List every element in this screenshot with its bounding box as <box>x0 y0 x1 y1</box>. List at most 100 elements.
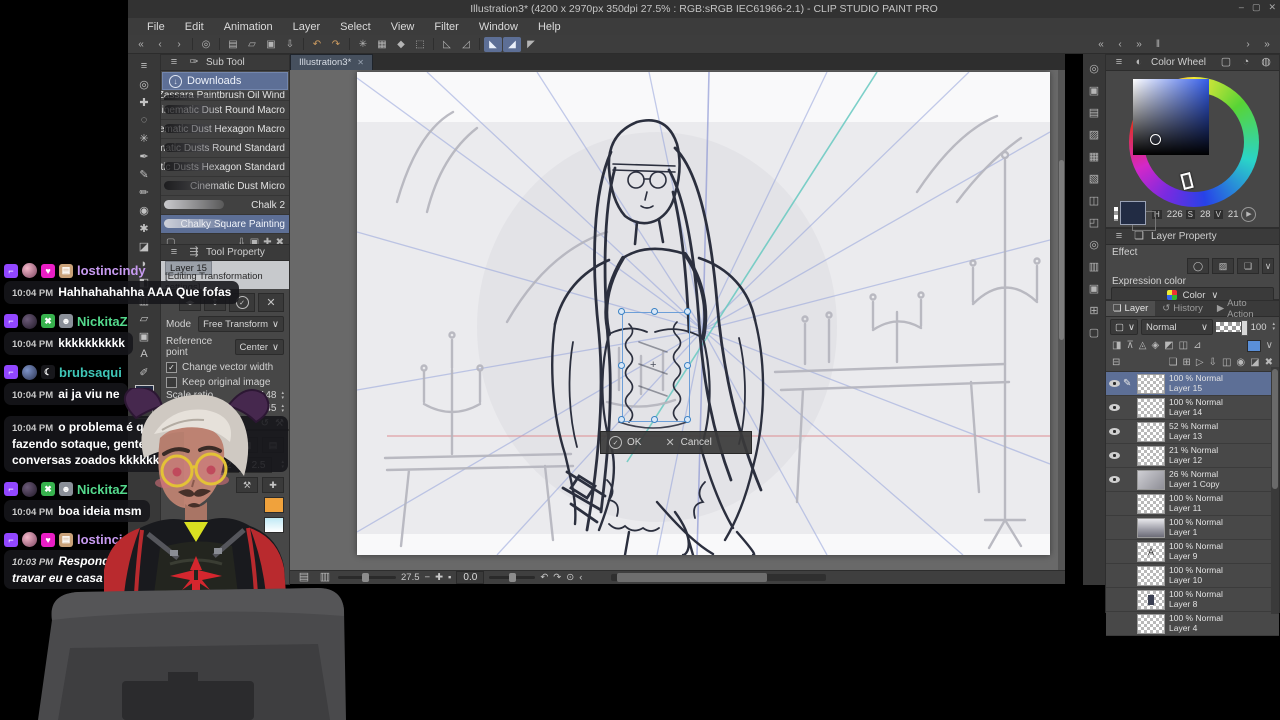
layer-thumbnail[interactable] <box>1137 589 1165 610</box>
chevron-down-icon[interactable]: ∨ <box>1262 258 1274 274</box>
workspace-next-icon[interactable]: » <box>1130 37 1148 52</box>
menu-window[interactable]: Window <box>470 20 527 34</box>
subtool-item[interactable]: Zassara Paintbrush Oil Wind <box>161 91 289 101</box>
layer-thumbnail[interactable] <box>1137 493 1165 514</box>
new-folder-icon[interactable]: ▷ <box>1196 357 1204 368</box>
opacity-value[interactable]: 100 <box>1251 322 1267 333</box>
zoom-in-icon[interactable]: ✚ <box>435 572 443 583</box>
layer-row-selected[interactable]: ✎ 100 % Normal Layer 15 <box>1106 372 1279 396</box>
menu-file[interactable]: File <box>138 20 174 34</box>
pen-tool-icon[interactable]: ✒ <box>133 148 155 164</box>
transform-handle[interactable] <box>684 416 691 423</box>
snap-grid-icon[interactable]: ◤ <box>522 37 540 52</box>
undo-icon[interactable]: ↶ <box>308 37 326 52</box>
transfer-layer-icon[interactable]: ⇩ <box>1209 357 1217 368</box>
panel-scroll-end-icon[interactable]: » <box>1258 37 1276 52</box>
rotate-cw-icon[interactable]: ↷ <box>553 572 561 583</box>
rotate-ccw-icon[interactable]: ↶ <box>540 572 548 583</box>
subview-panel-icon[interactable]: ▣ <box>1089 84 1099 97</box>
invert-selection-icon[interactable]: ◆ <box>392 37 410 52</box>
workspace-prev-icon[interactable]: « <box>1092 37 1110 52</box>
menu-animation[interactable]: Animation <box>215 20 282 34</box>
visibility-eye-icon[interactable] <box>1109 380 1120 387</box>
layer-thumbnail[interactable] <box>1137 445 1165 466</box>
tab-layer[interactable]: ❏ Layer <box>1106 301 1156 316</box>
subtool-item-selected[interactable]: Chalky Square Painting <box>161 215 289 234</box>
layer-name[interactable]: Layer 15 <box>1169 383 1223 394</box>
tool-property-header[interactable]: ≡ ⇶ Tool Property <box>161 245 289 261</box>
current-color-swatch[interactable] <box>1120 201 1146 225</box>
magic-wand-tool-icon[interactable]: ✳ <box>133 130 155 146</box>
set-ruler-icon[interactable]: ⊿ <box>1193 340 1201 351</box>
collapse-icon[interactable]: ‹ <box>579 572 582 583</box>
lock-layer-icon[interactable]: ◈ <box>1151 340 1159 351</box>
layer-row[interactable]: 100 % Normal Layer 4 <box>1106 612 1279 636</box>
subtool-item[interactable]: Cinematic Dusts Hexagon Standard <box>161 158 289 177</box>
layer-thumbnail[interactable] <box>1137 373 1165 394</box>
panel-menu-icon[interactable]: ≡ <box>1111 55 1127 71</box>
apply-mask-icon[interactable]: ◪ <box>1250 357 1259 368</box>
panel-scroll-right-icon[interactable]: › <box>1239 37 1257 52</box>
menu-icon[interactable]: ≡ <box>133 58 155 74</box>
panel-left-icon[interactable]: ‹ <box>151 37 169 52</box>
timeline-panel-icon[interactable]: ▥ <box>1089 260 1099 273</box>
misc-panel-icon[interactable]: ▢ <box>1089 326 1099 339</box>
transform-handle[interactable] <box>684 362 691 369</box>
tab-history[interactable]: ↺ History <box>1155 301 1210 316</box>
opacity-slider[interactable] <box>1216 320 1248 336</box>
flip-icon[interactable]: ◿ <box>457 37 475 52</box>
transform-handle[interactable] <box>618 308 625 315</box>
rotation-slider[interactable] <box>489 573 536 582</box>
zoom-value[interactable]: 27.5 <box>401 572 420 583</box>
panel-menu-icon[interactable]: ≡ <box>166 245 182 261</box>
canvas-viewport[interactable]: + ✓ OK ✕ Cancel <box>290 70 1065 570</box>
layer-row[interactable]: 26 % Normal Layer 1 Copy <box>1106 468 1279 492</box>
redo-icon[interactable]: ↷ <box>327 37 345 52</box>
rotation-value[interactable]: 0.0 <box>456 571 485 584</box>
workspace-back-icon[interactable]: ‹ <box>1111 37 1129 52</box>
reference-layer-icon[interactable]: ⊼ <box>1126 340 1133 351</box>
save-file-icon[interactable]: ▣ <box>262 37 280 52</box>
layer-color-effect-icon[interactable]: ❏ <box>1237 258 1259 274</box>
new-vector-layer-icon[interactable]: ⊞ <box>1182 357 1190 368</box>
panel-collapse-left-icon[interactable]: « <box>132 37 150 52</box>
layer-row[interactable]: 100 % Normal Layer 8 <box>1106 588 1279 612</box>
layer-color-chip[interactable] <box>1246 339 1261 352</box>
transform-handle[interactable] <box>651 416 658 423</box>
layer-row[interactable]: A 100 % Normal Layer 9 <box>1106 540 1279 564</box>
layer-name[interactable]: Layer 8 <box>1169 599 1223 610</box>
subtool-panel-header[interactable]: ≡ ✑ Sub Tool <box>161 55 289 71</box>
crop-icon[interactable]: ◺ <box>438 37 456 52</box>
color-set-tab-icon[interactable]: ◔ <box>1238 55 1254 71</box>
maximize-button[interactable]: ▢ <box>1252 2 1261 13</box>
reset-view-icon[interactable]: ⊙ <box>566 572 574 583</box>
snap-ruler-icon[interactable]: ◣ <box>484 36 502 52</box>
subtool-item[interactable]: Cinematic Dust Micro <box>161 177 289 196</box>
horizontal-scrollbar[interactable] <box>611 573 827 582</box>
move-tool-icon[interactable]: ✚ <box>133 94 155 110</box>
layer-property-header[interactable]: ≡ ❏ Layer Property <box>1106 229 1279 245</box>
action-panel-icon[interactable]: ▣ <box>1089 282 1099 295</box>
canvas-vertical-scrollbar[interactable] <box>1058 70 1065 570</box>
eraser-tool-icon[interactable]: ◪ <box>133 238 155 254</box>
search-panel-icon[interactable]: ◎ <box>1089 238 1099 251</box>
color-slider-tab-icon[interactable]: ▢ <box>1218 55 1234 71</box>
menu-view[interactable]: View <box>382 20 424 34</box>
layer-list-menu-icon[interactable]: ⊟ <box>1112 357 1120 368</box>
layer-thumbnail[interactable] <box>1137 397 1165 418</box>
tab-close-icon[interactable]: ✕ <box>357 58 364 67</box>
blend-mode-dropdown[interactable]: Normal ∨ <box>1141 319 1213 335</box>
layer-name[interactable]: Layer 14 <box>1169 407 1223 418</box>
color-mode-toggle-icon[interactable]: ▶ <box>1241 207 1257 222</box>
layer-row[interactable]: 21 % Normal Layer 12 <box>1106 444 1279 468</box>
layer-name[interactable]: Layer 11 <box>1169 503 1223 514</box>
info-panel-icon[interactable]: ▤ <box>1089 106 1099 119</box>
layer-panel-icon[interactable]: ◰ <box>1089 216 1099 229</box>
document-tab[interactable]: Illustration3* ✕ <box>290 54 373 70</box>
color-wheel-header[interactable]: ≡ ◐ Color Wheel ▢ ◔ ◍ <box>1106 55 1279 71</box>
draft-layer-icon[interactable]: ◬ <box>1139 340 1147 351</box>
layer-row[interactable]: 100 % Normal Layer 11 <box>1106 492 1279 516</box>
subtool-item[interactable]: Chalk 2 <box>161 196 289 215</box>
cancel-button[interactable]: Cancel <box>681 437 712 448</box>
zoom-slider[interactable] <box>338 573 396 582</box>
